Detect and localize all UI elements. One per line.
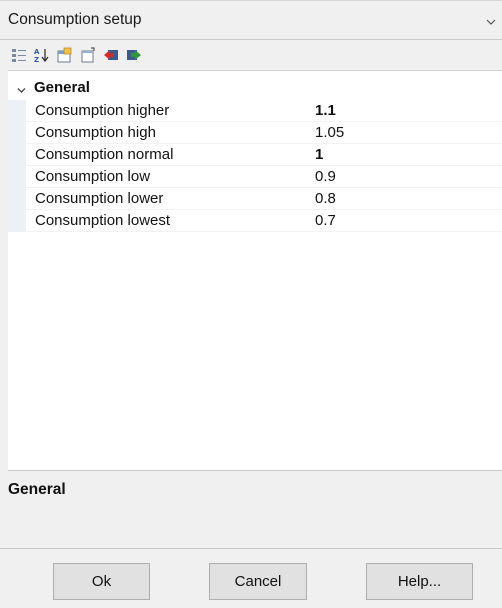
description-divider	[0, 548, 502, 549]
property-row[interactable]: Consumption lower 0.8	[8, 188, 502, 210]
row-gutter	[8, 188, 26, 210]
property-row[interactable]: Consumption low 0.9	[8, 166, 502, 188]
property-name: Consumption normal	[35, 146, 174, 163]
row-gutter	[8, 144, 26, 166]
row-divider	[26, 231, 502, 232]
consumption-setup-window: Consumption setup A Z General Consumptio…	[0, 0, 502, 608]
cancel-button[interactable]: Cancel	[209, 563, 307, 600]
property-value[interactable]: 1.05	[315, 124, 344, 141]
row-gutter	[8, 166, 26, 188]
property-value[interactable]: 0.8	[315, 190, 336, 207]
row-gutter	[8, 210, 26, 232]
title-bar: Consumption setup	[0, 0, 502, 40]
group-header-general[interactable]: General	[8, 79, 502, 99]
ok-button[interactable]: Ok	[53, 563, 150, 600]
row-gutter	[8, 100, 26, 122]
property-grid[interactable]: General Consumption higher 1.1 Consumpti…	[8, 70, 502, 470]
property-row[interactable]: Consumption normal 1	[8, 144, 502, 166]
property-name: Consumption low	[35, 168, 151, 185]
property-row[interactable]: Consumption lowest 0.7	[8, 210, 502, 232]
property-name: Consumption lowest	[35, 212, 171, 229]
categorized-icon[interactable]	[11, 47, 27, 63]
property-value[interactable]: 0.9	[315, 168, 336, 185]
svg-text:Z: Z	[34, 56, 39, 63]
new-page-icon[interactable]	[80, 47, 96, 63]
property-pages-icon[interactable]	[57, 47, 73, 63]
property-row[interactable]: Consumption high 1.05	[8, 122, 502, 144]
property-value[interactable]: 0.7	[315, 212, 336, 229]
red-arrow-icon[interactable]	[103, 47, 119, 63]
green-arrow-icon[interactable]	[126, 47, 142, 63]
chevron-down-icon[interactable]	[486, 14, 496, 25]
property-name: Consumption lower	[35, 190, 164, 207]
property-name: Consumption high	[35, 124, 156, 141]
svg-text:A: A	[34, 48, 40, 56]
expand-caret-icon[interactable]	[17, 82, 26, 93]
property-value[interactable]: 1	[315, 146, 323, 163]
description-panel: General	[8, 470, 502, 548]
row-gutter	[8, 122, 26, 144]
window-title: Consumption setup	[8, 11, 142, 28]
property-value[interactable]: 1.1	[315, 102, 336, 119]
property-name: Consumption higher	[35, 102, 170, 119]
group-label: General	[34, 79, 90, 96]
property-row[interactable]: Consumption higher 1.1	[8, 100, 502, 122]
alphabetical-sort-icon[interactable]: A Z	[34, 47, 50, 63]
toolbar: A Z	[0, 40, 502, 70]
help-button[interactable]: Help...	[366, 563, 473, 600]
description-title: General	[8, 481, 66, 498]
